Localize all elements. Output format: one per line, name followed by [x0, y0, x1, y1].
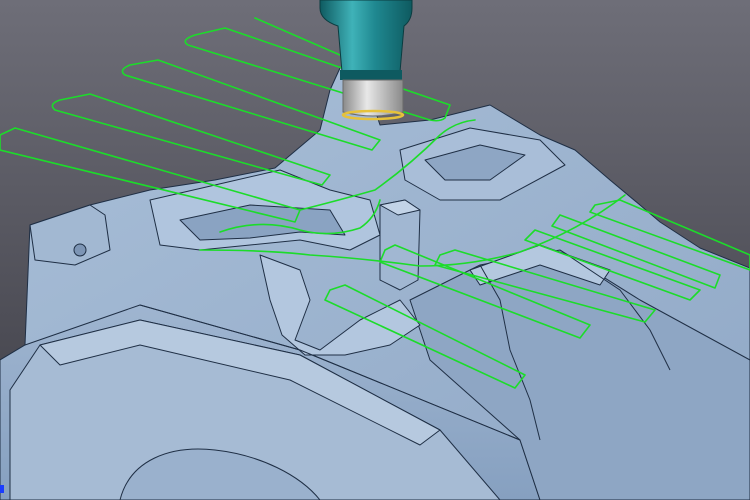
cam-viewport[interactable] [0, 0, 750, 500]
tool-holder-band [340, 70, 402, 80]
corner-axis-marker [0, 485, 4, 493]
3d-scene[interactable] [0, 0, 750, 500]
part-hole [73, 243, 87, 257]
